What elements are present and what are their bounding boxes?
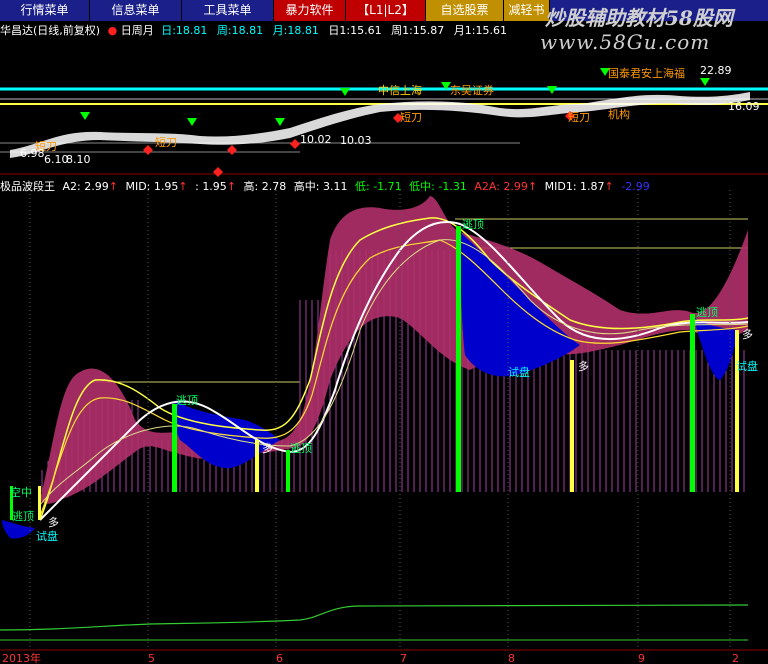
- sig-trial-1: 试盘: [508, 365, 530, 379]
- red-diamond-icon: [290, 139, 300, 149]
- price-band: [10, 92, 750, 158]
- chart-canvas[interactable]: 中信上海 东吴证券 国泰君安上海福 22.89 短刀 短刀 短刀 短刀 机构 1…: [0, 0, 768, 664]
- sig-escape-5: 逃顶: [12, 510, 34, 523]
- x-label-6: 6: [276, 652, 283, 664]
- yellow-bar-4: [38, 486, 41, 520]
- ann-low-1: 10.02: [300, 133, 332, 146]
- x-axis: 2013年 5 6 7 8 9 2: [2, 651, 739, 664]
- green-bar-3: [456, 226, 461, 492]
- ann-broker-1: 中信上海: [378, 83, 422, 97]
- yellow-bar-3: [735, 330, 739, 492]
- sig-air: 空中: [10, 485, 32, 499]
- x-label-year: 2013年: [2, 651, 41, 664]
- sig-escape-3: 逃顶: [462, 218, 484, 231]
- x-label-8: 8: [508, 652, 515, 664]
- ann-low-3: 6.98: [20, 147, 45, 160]
- ann-institution: 机构: [608, 107, 630, 121]
- ann-short-1: 短刀: [155, 135, 177, 149]
- ann-price-high: 22.89: [700, 64, 732, 77]
- ann-low-4: 6.10: [44, 153, 69, 166]
- ann-low-2: 10.03: [340, 134, 372, 147]
- sig-trial-3: 试盘: [36, 529, 58, 543]
- green-down-arrow-icon: [187, 118, 197, 126]
- x-label-9: 9: [638, 652, 645, 664]
- green-bar-1: [172, 404, 177, 492]
- red-diamond-icon: [143, 145, 153, 155]
- green-down-arrow-icon: [700, 78, 710, 86]
- yellow-bar-1: [255, 440, 259, 492]
- green-bar-4: [690, 314, 695, 492]
- ann-short-2: 短刀: [400, 110, 422, 124]
- x-label-5: 5: [148, 652, 155, 664]
- green-bar-2: [286, 450, 290, 492]
- sig-trial-2: 试盘: [736, 359, 758, 373]
- sig-long-2: 多: [578, 359, 589, 373]
- sig-long-4: 多: [48, 515, 59, 529]
- red-diamond-icon: [213, 167, 223, 177]
- ann-low-5: 8.10: [66, 153, 91, 166]
- ann-short-3: 短刀: [568, 110, 590, 124]
- ann-broker-3: 国泰君安上海福: [608, 66, 685, 80]
- bottom-green-line: [0, 604, 749, 631]
- yellow-bar-2: [570, 360, 574, 492]
- x-label-7: 7: [400, 652, 407, 664]
- sig-escape-4: 逃顶: [696, 306, 718, 319]
- red-diamond-icon: [227, 145, 237, 155]
- green-down-arrow-icon: [80, 112, 90, 120]
- sig-long-3: 多: [742, 327, 753, 341]
- sig-long-1: 多: [262, 441, 273, 455]
- sig-escape-2: 逃顶: [290, 442, 312, 455]
- sig-escape-1: 逃顶: [176, 394, 198, 407]
- x-label-2: 2: [732, 652, 739, 664]
- ann-right-price: 16.09: [728, 100, 760, 113]
- green-down-arrow-icon: [340, 88, 350, 96]
- ann-broker-2: 东吴证券: [450, 83, 494, 97]
- green-down-arrow-icon: [275, 118, 285, 126]
